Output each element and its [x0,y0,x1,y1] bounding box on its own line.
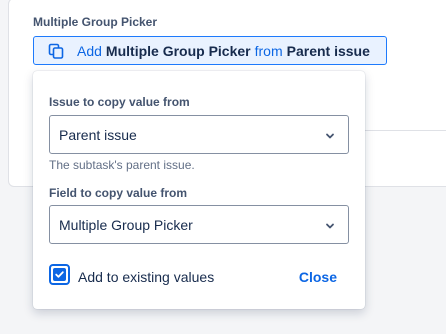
chevron-down-icon [324,219,336,231]
trigger-add-text: Add [77,42,102,59]
issue-select[interactable]: Parent issue [49,115,349,154]
field-select-label: Field to copy value from [49,186,188,200]
field-select[interactable]: Multiple Group Picker [49,205,349,244]
trigger-field-name: Multiple Group Picker [105,42,251,59]
copy-icon [48,43,64,59]
close-button[interactable]: Close [299,269,337,285]
add-to-existing-checkbox[interactable] [49,264,70,285]
copy-value-popup: Issue to copy value from Parent issue Th… [33,71,365,309]
add-value-trigger-button[interactable]: Add Multiple Group Picker from Parent is… [33,36,387,65]
field-label: Multiple Group Picker [33,15,158,29]
issue-select-label: Issue to copy value from [49,95,190,109]
trigger-from-text: from [254,42,283,59]
issue-helper-text: The subtask's parent issue. [49,158,195,172]
checkbox-label: Add to existing values [78,269,215,285]
issue-select-value: Parent issue [59,126,137,143]
check-icon [53,268,66,281]
trigger-source: Parent issue [286,42,370,59]
field-select-value: Multiple Group Picker [59,216,193,233]
chevron-down-icon [324,129,336,141]
